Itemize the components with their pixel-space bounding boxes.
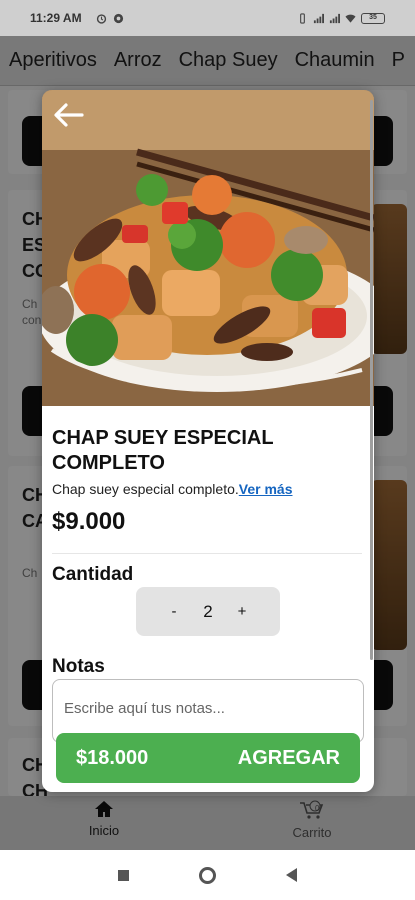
notes-label: Notas [52, 656, 105, 677]
product-description-text: Chap suey especial completo. [52, 481, 239, 497]
wifi-icon [345, 14, 356, 23]
quantity-value: 2 [203, 601, 213, 621]
status-time: 11:29 AM [30, 11, 82, 25]
recents-icon[interactable] [118, 869, 129, 881]
divider [52, 553, 362, 554]
signal-icon [313, 13, 324, 23]
settings-status-icon [113, 13, 123, 23]
total-price: $18.000 [76, 746, 149, 769]
signal-2-icon [329, 13, 340, 23]
add-to-cart-button[interactable]: $18.000 AGREGAR [56, 733, 360, 783]
vibrate-icon [300, 12, 305, 24]
product-modal: CHAP SUEY ESPECIAL COMPLETO Chap suey es… [42, 90, 374, 792]
product-price: $9.000 [52, 508, 126, 535]
decrement-button[interactable]: - [166, 603, 182, 620]
see-more-link[interactable]: Ver más [239, 481, 293, 497]
product-title: CHAP SUEY ESPECIAL COMPLETO [52, 427, 274, 474]
battery-icon: 35 [361, 12, 385, 24]
quantity-label: Cantidad [52, 564, 134, 585]
product-hero-image [42, 90, 374, 406]
product-description: Chap suey especial completo.Ver más [52, 481, 293, 497]
status-bar: 11:29 AM 35 [0, 0, 415, 36]
increment-button[interactable]: + [234, 603, 250, 620]
add-button-label: AGREGAR [237, 746, 340, 769]
alarm-icon [96, 13, 106, 24]
home-system-icon[interactable] [199, 866, 216, 884]
scrollbar-thumb[interactable] [370, 100, 373, 660]
back-system-icon[interactable] [286, 868, 297, 882]
back-arrow-icon[interactable] [52, 102, 84, 128]
system-nav [0, 850, 415, 900]
food-image [42, 90, 374, 406]
quantity-stepper: - 2 + [136, 587, 280, 636]
scrollbar[interactable] [369, 90, 374, 792]
